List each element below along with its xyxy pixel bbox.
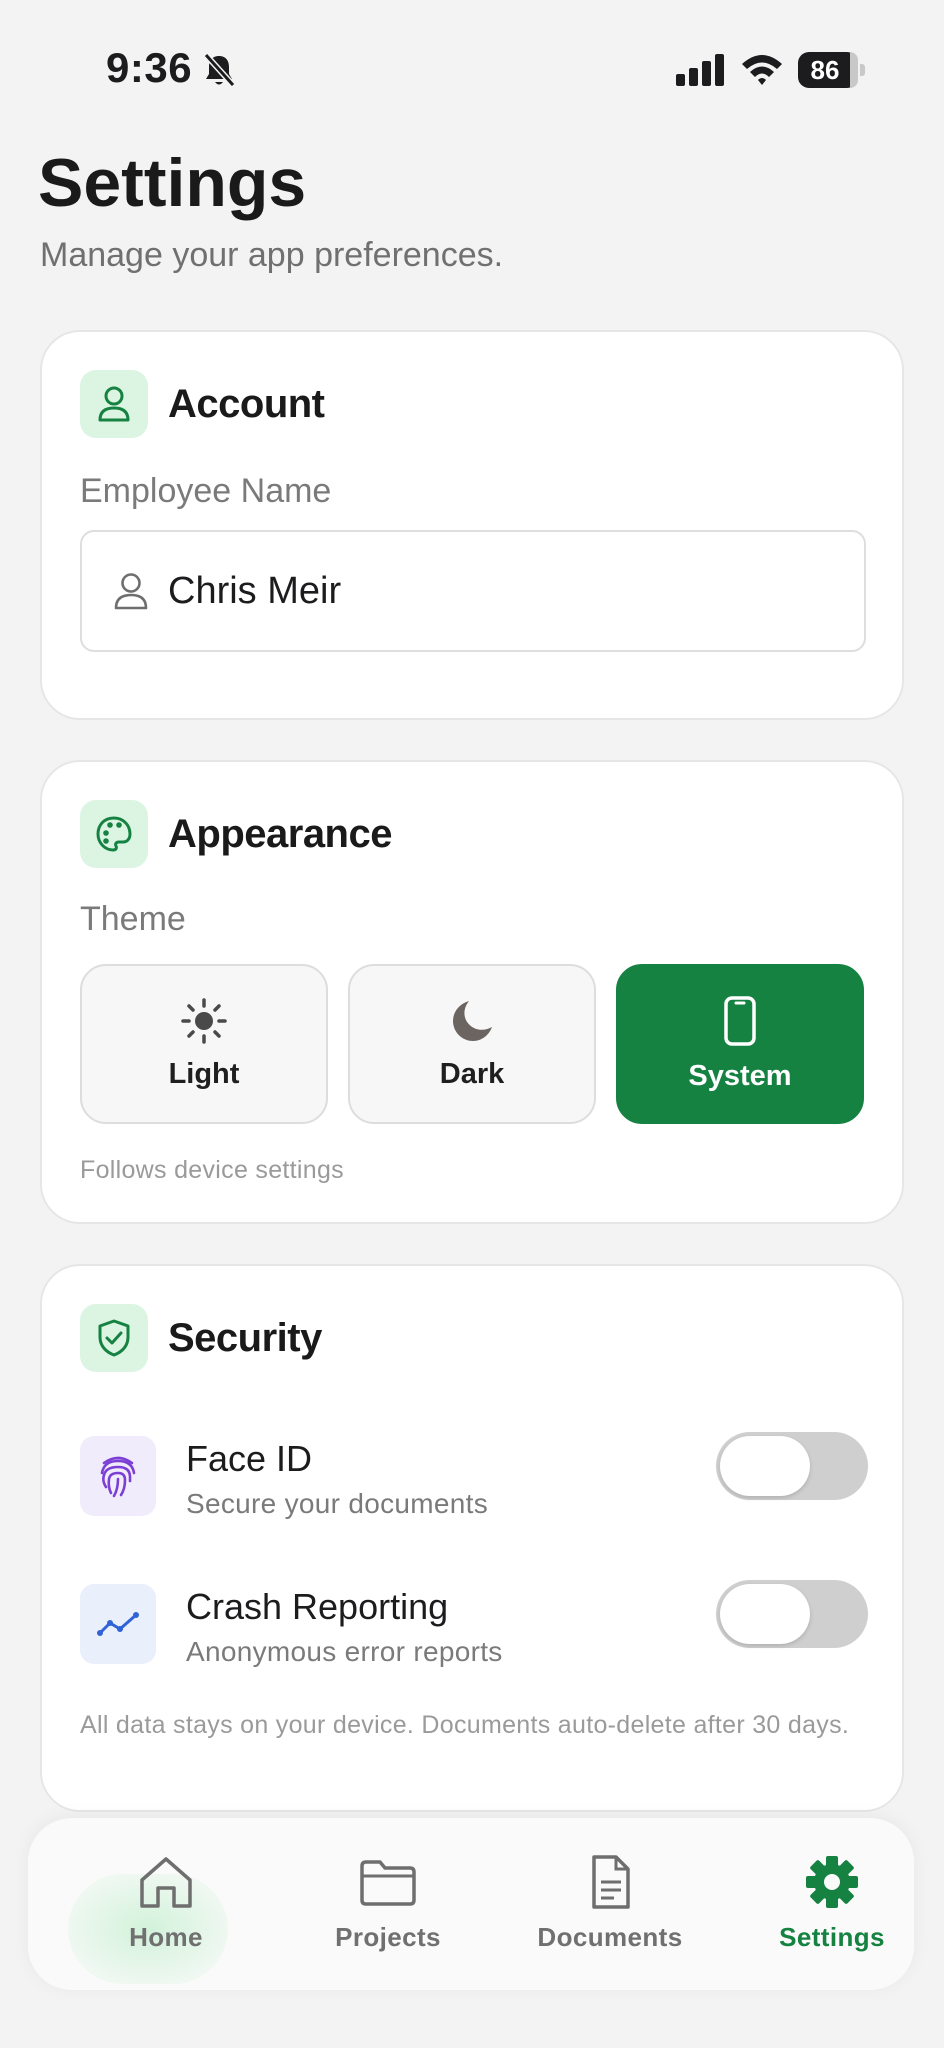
person-icon bbox=[80, 370, 148, 438]
theme-system-label: System bbox=[688, 1059, 792, 1092]
face-id-subtitle: Secure your documents bbox=[186, 1488, 489, 1519]
crash-reporting-subtitle: Anonymous error reports bbox=[186, 1636, 503, 1667]
face-id-title: Face ID bbox=[186, 1438, 313, 1479]
theme-label: Theme bbox=[80, 900, 186, 938]
page-title: Settings bbox=[38, 145, 307, 221]
home-icon bbox=[140, 1857, 192, 1908]
bell-slash-icon bbox=[203, 52, 236, 88]
theme-system-button[interactable]: System bbox=[616, 964, 864, 1124]
tab-projects-label: Projects bbox=[335, 1922, 441, 1952]
theme-light-label: Light bbox=[168, 1057, 240, 1090]
theme-light-button[interactable]: Light bbox=[80, 964, 328, 1124]
theme-dark-button[interactable]: Dark bbox=[348, 964, 596, 1124]
wifi-icon bbox=[742, 55, 782, 85]
theme-selector: Light Dark System bbox=[80, 964, 868, 1124]
security-title: Security bbox=[168, 1315, 322, 1360]
person-icon bbox=[114, 573, 148, 610]
tab-home[interactable]: Home bbox=[76, 1854, 256, 1974]
account-header: Account bbox=[80, 370, 325, 438]
tab-settings-label: Settings bbox=[779, 1922, 885, 1952]
appearance-title: Appearance bbox=[168, 811, 392, 856]
tab-home-label: Home bbox=[129, 1922, 203, 1952]
face-id-row: Face ID Secure your documents bbox=[80, 1432, 868, 1520]
account-title: Account bbox=[168, 381, 325, 426]
moon-icon bbox=[453, 1000, 492, 1041]
employee-name-label: Employee Name bbox=[80, 472, 332, 510]
sun-icon bbox=[181, 997, 227, 1044]
battery-level: 86 bbox=[810, 55, 840, 85]
theme-dark-label: Dark bbox=[439, 1057, 505, 1090]
page-subtitle: Manage your app preferences. bbox=[40, 236, 504, 274]
tab-settings[interactable]: Settings bbox=[742, 1854, 922, 1974]
tab-projects[interactable]: Projects bbox=[298, 1854, 478, 1974]
tab-documents-label: Documents bbox=[537, 1922, 683, 1952]
employee-name-input[interactable] bbox=[168, 569, 768, 613]
account-card: Account Employee Name bbox=[40, 330, 904, 720]
security-card: Security Face ID Secure your documents C… bbox=[40, 1264, 904, 1812]
settings-screen: 9:36 86 Settings Manage your app prefere… bbox=[0, 0, 944, 2048]
crash-reporting-title: Crash Reporting bbox=[186, 1586, 449, 1627]
chart-line-icon bbox=[80, 1584, 156, 1664]
appearance-header: Appearance bbox=[80, 800, 392, 868]
security-header: Security bbox=[80, 1304, 322, 1372]
toggle-knob bbox=[720, 1584, 810, 1644]
shield-check-icon bbox=[80, 1304, 148, 1372]
status-time: 9:36 bbox=[106, 44, 193, 91]
status-bar: 9:36 86 bbox=[0, 0, 944, 140]
phone-icon bbox=[724, 995, 756, 1046]
security-footnote: All data stays on your device. Documents… bbox=[80, 1711, 850, 1739]
palette-icon bbox=[80, 800, 148, 868]
crash-reporting-row: Crash Reporting Anonymous error reports bbox=[80, 1580, 868, 1668]
theme-hint: Follows device settings bbox=[80, 1156, 344, 1184]
employee-name-field[interactable] bbox=[80, 530, 866, 652]
battery-icon: 86 bbox=[798, 52, 866, 88]
appearance-card: Appearance Theme Light Dark System Follo… bbox=[40, 760, 904, 1224]
folder-icon bbox=[360, 1860, 416, 1906]
tab-documents[interactable]: Documents bbox=[520, 1854, 700, 1974]
gear-icon bbox=[806, 1856, 858, 1908]
fingerprint-icon bbox=[80, 1436, 156, 1516]
face-id-toggle[interactable] bbox=[716, 1432, 868, 1500]
crash-reporting-toggle[interactable] bbox=[716, 1580, 868, 1648]
signal-icon bbox=[676, 54, 724, 86]
document-icon bbox=[592, 1855, 630, 1909]
toggle-knob bbox=[720, 1436, 810, 1496]
tab-bar: Home Projects Documents Settings bbox=[28, 1818, 914, 1990]
